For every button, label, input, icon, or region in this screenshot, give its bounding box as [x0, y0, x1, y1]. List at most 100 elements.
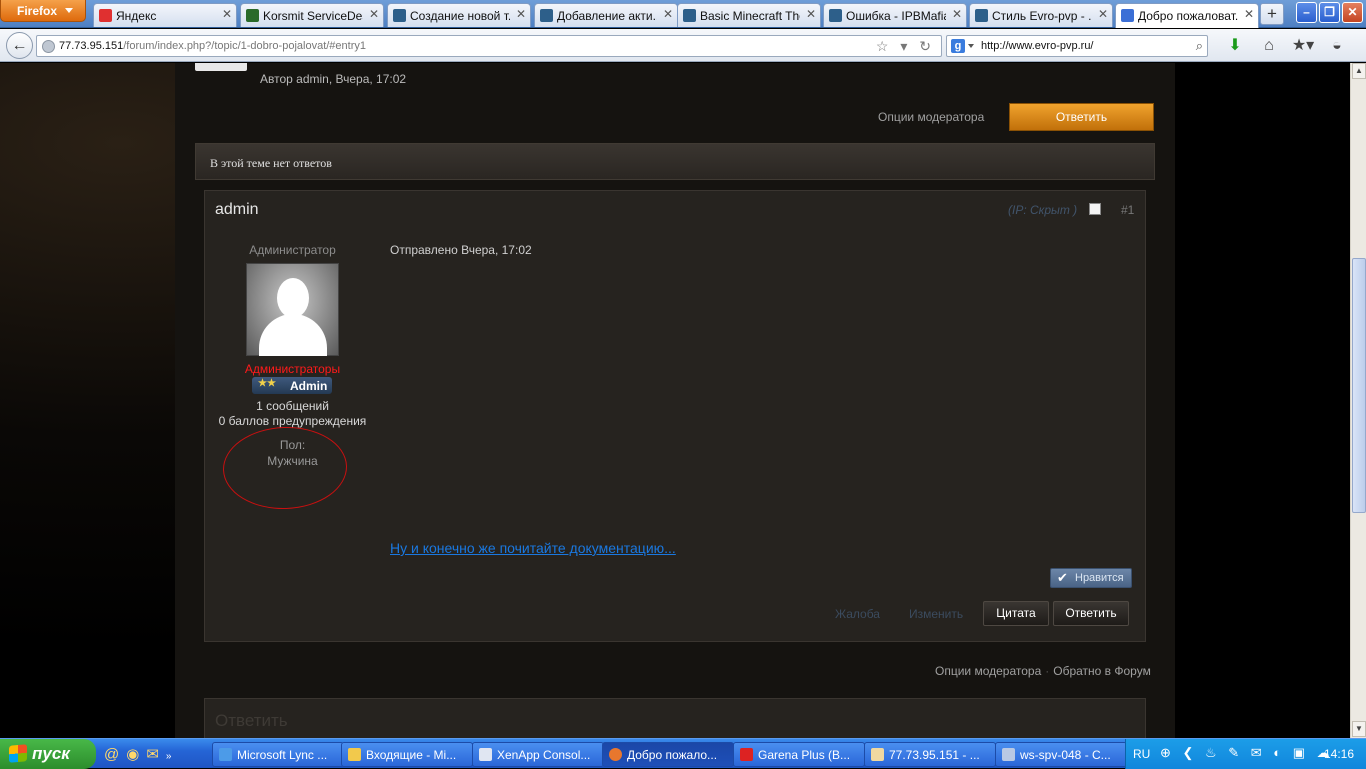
close-icon[interactable]: ✕ [1098, 7, 1108, 21]
xenapp-icon [479, 748, 492, 761]
minimize-button[interactable]: – [1296, 2, 1317, 23]
forum-wrapper: Автор admin, Вчера, 17:02 Опции модерато… [175, 63, 1175, 738]
user-group: Администраторы [244, 362, 341, 376]
close-icon[interactable]: ✕ [952, 7, 962, 21]
edit-link[interactable]: Изменить [909, 607, 963, 621]
close-icon[interactable]: ✕ [516, 7, 526, 21]
close-icon[interactable]: ✕ [663, 7, 673, 21]
restore-button[interactable]: ❐ [1319, 2, 1340, 23]
firefox-menu-button[interactable]: Firefox [0, 0, 86, 22]
scroll-up-icon[interactable]: ▲ [1352, 63, 1366, 79]
firefox-icon[interactable]: ◉ [126, 746, 146, 763]
start-button[interactable]: пуск [0, 739, 96, 769]
moderator-options-link-bottom[interactable]: Опции модератора [935, 664, 1041, 678]
tab-servicedesk[interactable]: Korsmit ServiceDesk ✕ [240, 3, 384, 27]
tab-add[interactable]: Добавление акти... ✕ [534, 3, 678, 27]
scrollbar-thumb[interactable] [1352, 258, 1366, 513]
bottom-links: Опции модератора · Обратно в Форум [935, 664, 1151, 678]
bookmark-star-icon[interactable]: ☆ ▾ ↻ [876, 38, 935, 55]
quick-reply-box: Ответить [204, 698, 1146, 738]
taskbar: пуск @◉✉» Microsoft Lync ... Входящие - … [0, 738, 1366, 769]
windows-logo-icon [9, 744, 27, 763]
ipb-icon [540, 9, 553, 22]
chevron-down-icon[interactable] [968, 44, 974, 48]
globe-icon [42, 40, 55, 53]
computer-icon [1002, 748, 1015, 761]
avatar[interactable] [246, 263, 339, 356]
tab-bar: Firefox Яндекс ✕ Korsmit ServiceDesk ✕ Соз… [0, 0, 1366, 28]
tab-label: Basic Minecraft The... [700, 9, 800, 23]
tab-welcome[interactable]: Добро пожаловат... ✕ [1115, 3, 1259, 28]
servicedesk-icon [246, 9, 259, 22]
scroll-down-icon[interactable]: ▼ [1352, 721, 1366, 737]
back-button[interactable]: ← [6, 32, 33, 59]
warning-points: 0 баллов предупреждения [218, 414, 367, 428]
taskbar-label: Microsoft Lync ... [237, 748, 328, 762]
search-input[interactable]: http://www.evro-pvp.ru/ [981, 40, 1094, 52]
taskbar-firefox[interactable]: Добро пожало... [602, 742, 734, 767]
system-tray: RU ⊕ ❮ ♨ ✎ ✉ ◐ ▣ ☁ 14:16 [1125, 739, 1366, 769]
taskbar-label: XenApp Consol... [497, 748, 591, 762]
post-entry: admin (IP: Скрыт ) #1 Администратор Адми… [204, 190, 1146, 642]
post-username[interactable]: admin [215, 201, 259, 219]
thunderbird-icon[interactable]: ✉ [146, 746, 166, 763]
vertical-scrollbar[interactable]: ▲ ▼ [1350, 63, 1366, 738]
taskbar-inbox[interactable]: Входящие - Mi... [341, 742, 473, 767]
lync-icon [219, 748, 232, 761]
taskbar-label: Garena Plus (B... [758, 748, 851, 762]
post-select-checkbox[interactable] [1089, 203, 1101, 215]
close-window-button[interactable]: ✕ [1342, 2, 1363, 23]
documentation-link[interactable]: Ну и конечно же почитайте документацию..… [390, 540, 676, 556]
reply-topic-button[interactable]: Ответить [1009, 103, 1154, 131]
back-to-forum-link[interactable]: Обратно в Форум [1053, 664, 1151, 678]
reply-post-button[interactable]: Ответить [1053, 601, 1129, 626]
close-icon[interactable]: ✕ [222, 7, 232, 21]
navigation-bar: ← 77.73.95.151/forum/index.php?/topic/1-… [0, 29, 1366, 62]
addon-icon[interactable]: ◒ [1320, 37, 1354, 55]
firefox-icon [609, 748, 622, 761]
clock[interactable]: 14:16 [1324, 747, 1354, 761]
report-link[interactable]: Жалоба [835, 607, 880, 621]
firefox-label: Firefox [17, 4, 58, 18]
download-icon[interactable]: ⬇ [1218, 35, 1252, 55]
topic-avatar-thumb [195, 63, 247, 71]
quote-button[interactable]: Цитата [983, 601, 1049, 626]
taskbar-xenapp[interactable]: XenApp Consol... [472, 742, 604, 767]
tab-label: Korsmit ServiceDesk [263, 9, 363, 23]
tab-style[interactable]: Стиль Evro-pvp - ... ✕ [969, 3, 1113, 27]
taskbar-garena[interactable]: Garena Plus (B... [733, 742, 865, 767]
ipb-icon [1121, 9, 1134, 22]
taskbar-lync[interactable]: Microsoft Lync ... [212, 742, 344, 767]
search-bar[interactable]: g http://www.evro-pvp.ru/ ⌕ [946, 35, 1208, 57]
tab-error[interactable]: Ошибка - IPBMafia... ✕ [823, 3, 967, 27]
home-icon[interactable]: ⌂ [1252, 37, 1286, 55]
bookmarks-icon[interactable]: ★▾ [1286, 35, 1320, 55]
tab-create[interactable]: Создание новой т... ✕ [387, 3, 531, 27]
tab-yandex[interactable]: Яндекс ✕ [93, 3, 237, 27]
google-icon[interactable]: g [951, 39, 965, 53]
tab-minecraft-theme[interactable]: Basic Minecraft The... ✕ [677, 3, 821, 27]
remote-desktop-icon [871, 748, 884, 761]
ipb-icon [683, 9, 696, 22]
new-tab-button[interactable]: + [1260, 3, 1284, 25]
taskbar-ws-spv[interactable]: ws-spv-048 - C... [995, 742, 1127, 767]
tab-label: Ошибка - IPBMafia... [846, 9, 946, 23]
search-icon[interactable]: ⌕ [1196, 38, 1203, 54]
taskbar-remote[interactable]: 77.73.95.151 - ... [864, 742, 996, 767]
start-label: пуск [32, 744, 70, 763]
moderator-options-link[interactable]: Опции модератора [878, 110, 984, 124]
chevron-right-icon[interactable]: » [166, 751, 179, 762]
user-silhouette-body [259, 314, 327, 356]
tray-icons[interactable]: ⊕ ❮ ♨ ✎ ✉ ◐ ▣ ☁ [1160, 745, 1334, 761]
post-number-link[interactable]: #1 [1121, 203, 1134, 217]
ipb-icon [975, 9, 988, 22]
no-replies-bar: В этой теме нет ответов [195, 143, 1155, 180]
close-icon[interactable]: ✕ [369, 7, 379, 21]
language-indicator[interactable]: RU [1133, 747, 1150, 761]
like-button[interactable]: ✔ Нравится [1050, 568, 1132, 588]
close-icon[interactable]: ✕ [806, 7, 816, 21]
close-icon[interactable]: ✕ [1244, 7, 1254, 21]
url-text: 77.73.95.151/forum/index.php?/topic/1-do… [59, 40, 366, 52]
mail-icon[interactable]: @ [104, 746, 126, 763]
url-bar[interactable]: 77.73.95.151/forum/index.php?/topic/1-do… [36, 35, 942, 57]
